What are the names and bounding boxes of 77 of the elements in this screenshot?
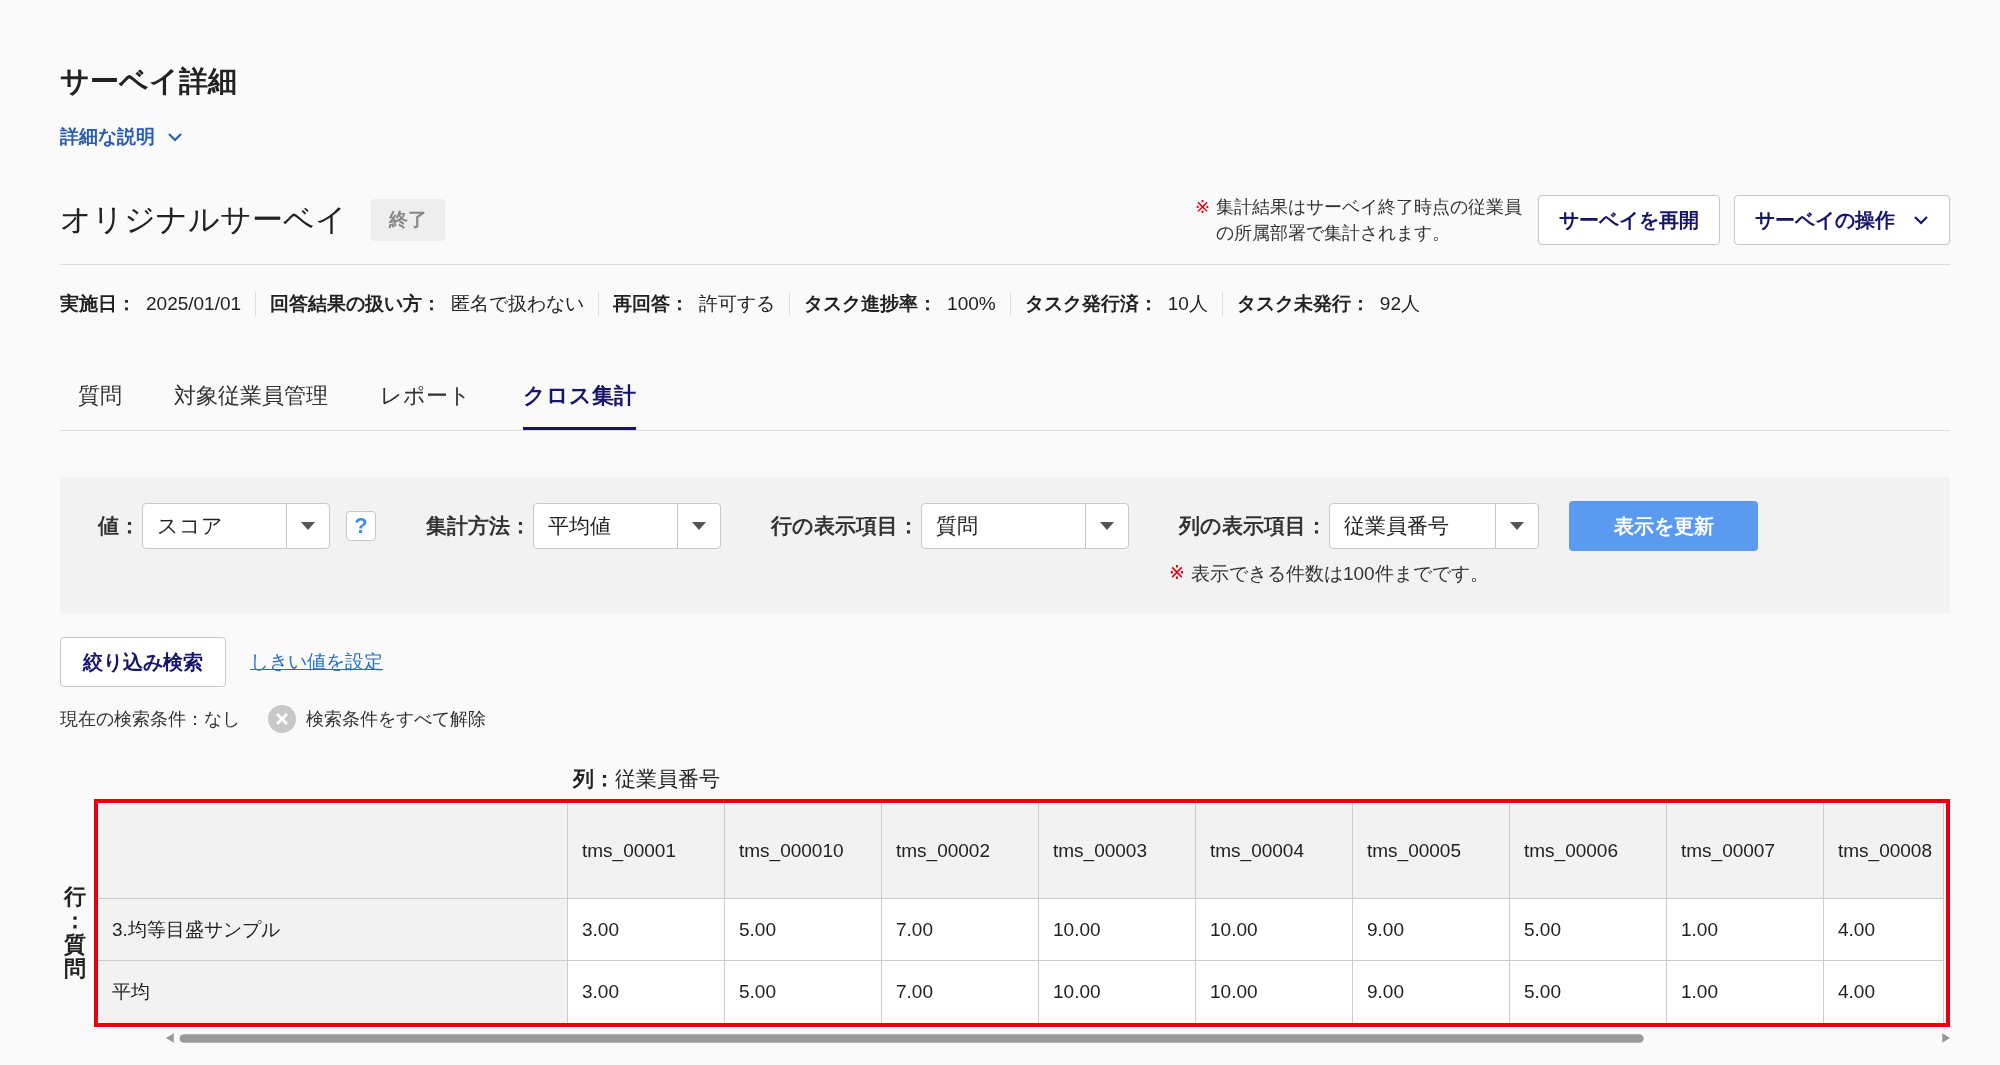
- chevron-icon: [167, 132, 183, 142]
- dropdown-caret-icon: [1510, 522, 1524, 531]
- filter-label: 集計方法：: [426, 513, 531, 540]
- clear-conditions-link[interactable]: 検索条件をすべて解除: [306, 707, 486, 732]
- table-cell: 10.00: [1196, 961, 1353, 1024]
- meta-label: 回答結果の扱い方：: [270, 292, 442, 317]
- filter-label: 値：: [98, 513, 140, 540]
- column-header: tms_00001: [568, 803, 725, 900]
- table-cell: 9.00: [1353, 899, 1510, 962]
- table-cell: 5.00: [725, 961, 882, 1024]
- note-mark: ※: [1169, 561, 1185, 586]
- horizontal-scrollbar[interactable]: [166, 1031, 1950, 1046]
- survey-name: オリジナルサーベイ: [60, 201, 347, 240]
- filter-label: 行の表示項目：: [771, 513, 919, 540]
- table-cell: 5.00: [1510, 961, 1667, 1024]
- clear-icon[interactable]: [268, 705, 296, 734]
- table-cell: 4.00: [1824, 961, 1944, 1024]
- aggregation-note: 集計結果はサーベイ終了時点の従業員の所属部署で集計されます。: [1216, 196, 1523, 246]
- status-badge: 終了: [371, 199, 445, 242]
- tab[interactable]: 対象従業員管理: [174, 373, 328, 431]
- note-mark: ※: [1194, 196, 1210, 219]
- filter-search-button[interactable]: 絞り込み検索: [60, 637, 226, 688]
- column-header: tms_00006: [1510, 803, 1667, 900]
- table-cell: 1.00: [1667, 961, 1824, 1024]
- column-header: tms_00007: [1667, 803, 1824, 900]
- dropdown-caret-icon: [692, 522, 706, 531]
- column-header: tms_00005: [1353, 803, 1510, 900]
- filter-label: 列の表示項目：: [1179, 513, 1327, 540]
- row-header: 3.均等目盛サンプル: [98, 899, 568, 962]
- column-header: tms_00003: [1039, 803, 1196, 900]
- meta-label: 実施日：: [60, 292, 136, 317]
- table-cell: 7.00: [882, 899, 1039, 962]
- table-cell: 10.00: [1039, 899, 1196, 962]
- table-cell: 4.00: [1824, 899, 1944, 962]
- chevron-down-icon: [1913, 215, 1929, 226]
- table-cell: 5.00: [1510, 899, 1667, 962]
- table-cell: 1.00: [1667, 899, 1824, 962]
- column-header: tms_00008: [1824, 803, 1944, 900]
- meta-value: 2025/01/01: [146, 293, 242, 316]
- table-cell: 10.00: [1196, 899, 1353, 962]
- description-toggle[interactable]: 詳細な説明: [60, 124, 183, 150]
- table-cell: 10.00: [1039, 961, 1196, 1024]
- tab[interactable]: 質問: [78, 373, 122, 431]
- meta-value: 10人: [1167, 292, 1208, 317]
- dropdown-caret-icon: [1100, 522, 1114, 531]
- tab[interactable]: クロス集計: [523, 373, 636, 431]
- meta-label: 再回答：: [613, 292, 690, 317]
- table-cell: 3.00: [568, 899, 725, 962]
- table-cell: 3.00: [568, 961, 725, 1024]
- row-header: 平均: [98, 961, 568, 1024]
- page-title: サーベイ詳細: [60, 64, 238, 99]
- meta-label: タスク未発行：: [1236, 292, 1370, 317]
- meta-label: タスク進捗率：: [804, 292, 938, 317]
- select-field[interactable]: 従業員番号: [1329, 503, 1539, 550]
- column-header: tms_00002: [882, 803, 1039, 900]
- select-field[interactable]: 質問: [921, 503, 1129, 550]
- table-cell: 9.00: [1353, 961, 1510, 1024]
- column-axis-label: 列：従業員番号: [573, 766, 721, 793]
- limit-note: 表示できる件数は100件までです。: [1190, 562, 1489, 587]
- table-cell: 5.00: [725, 899, 882, 962]
- meta-value: 92人: [1379, 292, 1420, 317]
- column-header: tms_00004: [1196, 803, 1353, 900]
- meta-value: 匿名で扱わない: [451, 292, 585, 317]
- meta-value: 100%: [947, 293, 996, 316]
- row-axis-label: 行：質問: [64, 882, 86, 982]
- menu-button[interactable]: サーベイの操作: [1734, 195, 1950, 246]
- table-cell: 7.00: [882, 961, 1039, 1024]
- select-field[interactable]: スコア: [142, 503, 330, 550]
- threshold-link[interactable]: しきい値を設定: [250, 649, 383, 676]
- dropdown-caret-icon: [301, 522, 315, 531]
- meta-value: 許可する: [699, 292, 776, 317]
- current-conditions: 現在の検索条件：なし: [60, 708, 240, 732]
- tab[interactable]: レポート: [380, 373, 471, 431]
- action-button[interactable]: サーベイを再開: [1538, 195, 1720, 246]
- select-field[interactable]: 平均値: [533, 503, 721, 550]
- column-header: tms_000010: [725, 803, 882, 900]
- meta-label: タスク発行済：: [1024, 292, 1158, 317]
